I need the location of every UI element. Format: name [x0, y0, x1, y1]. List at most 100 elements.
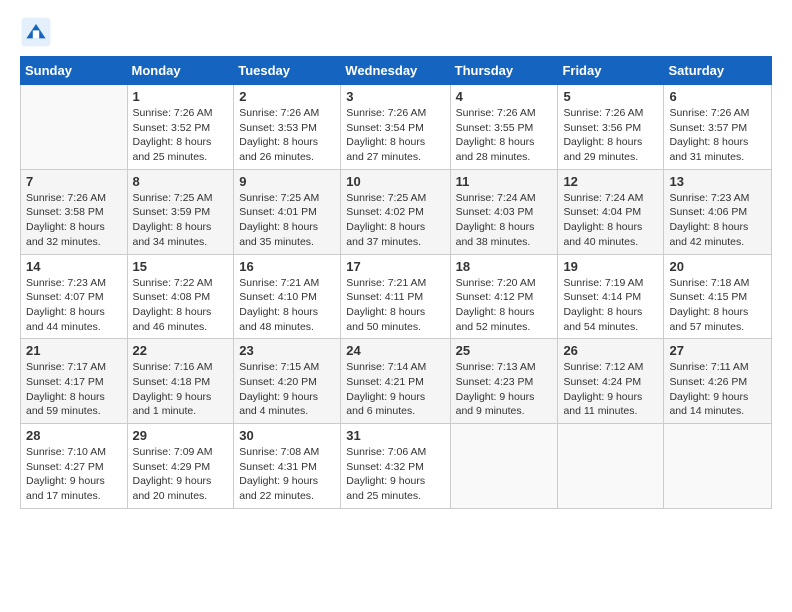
cell-info: Sunrise: 7:26 AMSunset: 3:53 PMDaylight:…	[239, 106, 335, 165]
cell-info: Sunrise: 7:26 AMSunset: 3:52 PMDaylight:…	[133, 106, 229, 165]
calendar-cell: 16 Sunrise: 7:21 AMSunset: 4:10 PMDayligh…	[234, 254, 341, 339]
logo	[20, 16, 56, 48]
calendar-cell	[450, 424, 558, 509]
day-number: 21	[26, 343, 122, 358]
calendar-cell: 5 Sunrise: 7:26 AMSunset: 3:56 PMDaylight…	[558, 85, 664, 170]
cell-info: Sunrise: 7:26 AMSunset: 3:58 PMDaylight:…	[26, 191, 122, 250]
calendar-cell: 22 Sunrise: 7:16 AMSunset: 4:18 PMDayligh…	[127, 339, 234, 424]
cell-info: Sunrise: 7:08 AMSunset: 4:31 PMDaylight:…	[239, 445, 335, 504]
logo-icon	[20, 16, 52, 48]
calendar-cell: 19 Sunrise: 7:19 AMSunset: 4:14 PMDayligh…	[558, 254, 664, 339]
day-number: 6	[669, 89, 766, 104]
calendar-cell: 8 Sunrise: 7:25 AMSunset: 3:59 PMDaylight…	[127, 169, 234, 254]
weekday-header-monday: Monday	[127, 57, 234, 85]
calendar-cell: 31 Sunrise: 7:06 AMSunset: 4:32 PMDayligh…	[341, 424, 450, 509]
calendar-cell: 11Sunrise: 7:24 AMSunset: 4:03 PMDayligh…	[450, 169, 558, 254]
calendar-cell: 20 Sunrise: 7:18 AMSunset: 4:15 PMDayligh…	[664, 254, 772, 339]
calendar-cell	[664, 424, 772, 509]
calendar-cell: 12Sunrise: 7:24 AMSunset: 4:04 PMDayligh…	[558, 169, 664, 254]
week-row-5: 28Sunrise: 7:10 AMSunset: 4:27 PMDayligh…	[21, 424, 772, 509]
cell-info: Sunrise: 7:25 AMSunset: 3:59 PMDaylight:…	[133, 191, 229, 250]
day-number: 22	[133, 343, 229, 358]
calendar-cell: 21 Sunrise: 7:17 AMSunset: 4:17 PMDayligh…	[21, 339, 128, 424]
calendar-cell: 17 Sunrise: 7:21 AMSunset: 4:11 PMDayligh…	[341, 254, 450, 339]
cell-info: Sunrise: 7:24 AMSunset: 4:04 PMDaylight:…	[563, 191, 658, 250]
cell-info: Sunrise: 7:26 AMSunset: 3:57 PMDaylight:…	[669, 106, 766, 165]
calendar-cell	[558, 424, 664, 509]
calendar-cell: 13Sunrise: 7:23 AMSunset: 4:06 PMDayligh…	[664, 169, 772, 254]
calendar-cell: 18 Sunrise: 7:20 AMSunset: 4:12 PMDayligh…	[450, 254, 558, 339]
cell-info: Sunrise: 7:15 AMSunset: 4:20 PMDaylight:…	[239, 360, 335, 419]
cell-info: Sunrise: 7:11 AMSunset: 4:26 PMDaylight:…	[669, 360, 766, 419]
day-number: 4	[456, 89, 553, 104]
cell-info: Sunrise: 7:26 AMSunset: 3:56 PMDaylight:…	[563, 106, 658, 165]
day-number: 19	[563, 259, 658, 274]
calendar-cell: 14Sunrise: 7:23 AMSunset: 4:07 PMDayligh…	[21, 254, 128, 339]
day-number: 16	[239, 259, 335, 274]
cell-info: Sunrise: 7:22 AMSunset: 4:08 PMDaylight:…	[133, 276, 229, 335]
calendar-table: SundayMondayTuesdayWednesdayThursdayFrid…	[20, 56, 772, 509]
day-number: 31	[346, 428, 444, 443]
day-number: 24	[346, 343, 444, 358]
cell-info: Sunrise: 7:19 AMSunset: 4:14 PMDaylight:…	[563, 276, 658, 335]
cell-info: Sunrise: 7:21 AMSunset: 4:11 PMDaylight:…	[346, 276, 444, 335]
cell-info: Sunrise: 7:25 AMSunset: 4:02 PMDaylight:…	[346, 191, 444, 250]
day-number: 27	[669, 343, 766, 358]
day-number: 26	[563, 343, 658, 358]
calendar-cell: 7Sunrise: 7:26 AMSunset: 3:58 PMDaylight…	[21, 169, 128, 254]
day-number: 11	[456, 174, 553, 189]
week-row-2: 7Sunrise: 7:26 AMSunset: 3:58 PMDaylight…	[21, 169, 772, 254]
day-number: 2	[239, 89, 335, 104]
cell-info: Sunrise: 7:23 AMSunset: 4:07 PMDaylight:…	[26, 276, 122, 335]
day-number: 10	[346, 174, 444, 189]
cell-info: Sunrise: 7:17 AMSunset: 4:17 PMDaylight:…	[26, 360, 122, 419]
calendar-cell: 30 Sunrise: 7:08 AMSunset: 4:31 PMDayligh…	[234, 424, 341, 509]
calendar-cell: 25 Sunrise: 7:13 AMSunset: 4:23 PMDayligh…	[450, 339, 558, 424]
cell-info: Sunrise: 7:12 AMSunset: 4:24 PMDaylight:…	[563, 360, 658, 419]
cell-info: Sunrise: 7:06 AMSunset: 4:32 PMDaylight:…	[346, 445, 444, 504]
calendar-cell: 23Sunrise: 7:15 AMSunset: 4:20 PMDayligh…	[234, 339, 341, 424]
day-number: 18	[456, 259, 553, 274]
week-row-4: 21 Sunrise: 7:17 AMSunset: 4:17 PMDayligh…	[21, 339, 772, 424]
week-row-1: 1Sunrise: 7:26 AMSunset: 3:52 PMDaylight…	[21, 85, 772, 170]
calendar-cell: 1Sunrise: 7:26 AMSunset: 3:52 PMDaylight…	[127, 85, 234, 170]
weekday-header-sunday: Sunday	[21, 57, 128, 85]
day-number: 13	[669, 174, 766, 189]
weekday-header-thursday: Thursday	[450, 57, 558, 85]
weekday-header-friday: Friday	[558, 57, 664, 85]
day-number: 17	[346, 259, 444, 274]
day-number: 20	[669, 259, 766, 274]
calendar-cell: 27 Sunrise: 7:11 AMSunset: 4:26 PMDayligh…	[664, 339, 772, 424]
calendar-cell: 3 Sunrise: 7:26 AMSunset: 3:54 PMDaylight…	[341, 85, 450, 170]
weekday-header-saturday: Saturday	[664, 57, 772, 85]
day-number: 25	[456, 343, 553, 358]
weekday-header-tuesday: Tuesday	[234, 57, 341, 85]
calendar-cell: 26 Sunrise: 7:12 AMSunset: 4:24 PMDayligh…	[558, 339, 664, 424]
cell-info: Sunrise: 7:16 AMSunset: 4:18 PMDaylight:…	[133, 360, 229, 419]
day-number: 5	[563, 89, 658, 104]
calendar-cell: 28Sunrise: 7:10 AMSunset: 4:27 PMDayligh…	[21, 424, 128, 509]
calendar-cell: 24 Sunrise: 7:14 AMSunset: 4:21 PMDayligh…	[341, 339, 450, 424]
day-number: 30	[239, 428, 335, 443]
calendar-cell: 6 Sunrise: 7:26 AMSunset: 3:57 PMDaylight…	[664, 85, 772, 170]
day-number: 15	[133, 259, 229, 274]
calendar-cell: 15 Sunrise: 7:22 AMSunset: 4:08 PMDayligh…	[127, 254, 234, 339]
calendar-cell: 2 Sunrise: 7:26 AMSunset: 3:53 PMDaylight…	[234, 85, 341, 170]
weekday-header-wednesday: Wednesday	[341, 57, 450, 85]
cell-info: Sunrise: 7:18 AMSunset: 4:15 PMDaylight:…	[669, 276, 766, 335]
cell-info: Sunrise: 7:10 AMSunset: 4:27 PMDaylight:…	[26, 445, 122, 504]
cell-info: Sunrise: 7:09 AMSunset: 4:29 PMDaylight:…	[133, 445, 229, 504]
weekday-header-row: SundayMondayTuesdayWednesdayThursdayFrid…	[21, 57, 772, 85]
cell-info: Sunrise: 7:13 AMSunset: 4:23 PMDaylight:…	[456, 360, 553, 419]
calendar-cell: 10 Sunrise: 7:25 AMSunset: 4:02 PMDayligh…	[341, 169, 450, 254]
calendar-cell: 9Sunrise: 7:25 AMSunset: 4:01 PMDaylight…	[234, 169, 341, 254]
cell-info: Sunrise: 7:21 AMSunset: 4:10 PMDaylight:…	[239, 276, 335, 335]
day-number: 8	[133, 174, 229, 189]
cell-info: Sunrise: 7:25 AMSunset: 4:01 PMDaylight:…	[239, 191, 335, 250]
cell-info: Sunrise: 7:14 AMSunset: 4:21 PMDaylight:…	[346, 360, 444, 419]
calendar-cell: 4Sunrise: 7:26 AMSunset: 3:55 PMDaylight…	[450, 85, 558, 170]
week-row-3: 14Sunrise: 7:23 AMSunset: 4:07 PMDayligh…	[21, 254, 772, 339]
day-number: 3	[346, 89, 444, 104]
cell-info: Sunrise: 7:26 AMSunset: 3:54 PMDaylight:…	[346, 106, 444, 165]
cell-info: Sunrise: 7:20 AMSunset: 4:12 PMDaylight:…	[456, 276, 553, 335]
